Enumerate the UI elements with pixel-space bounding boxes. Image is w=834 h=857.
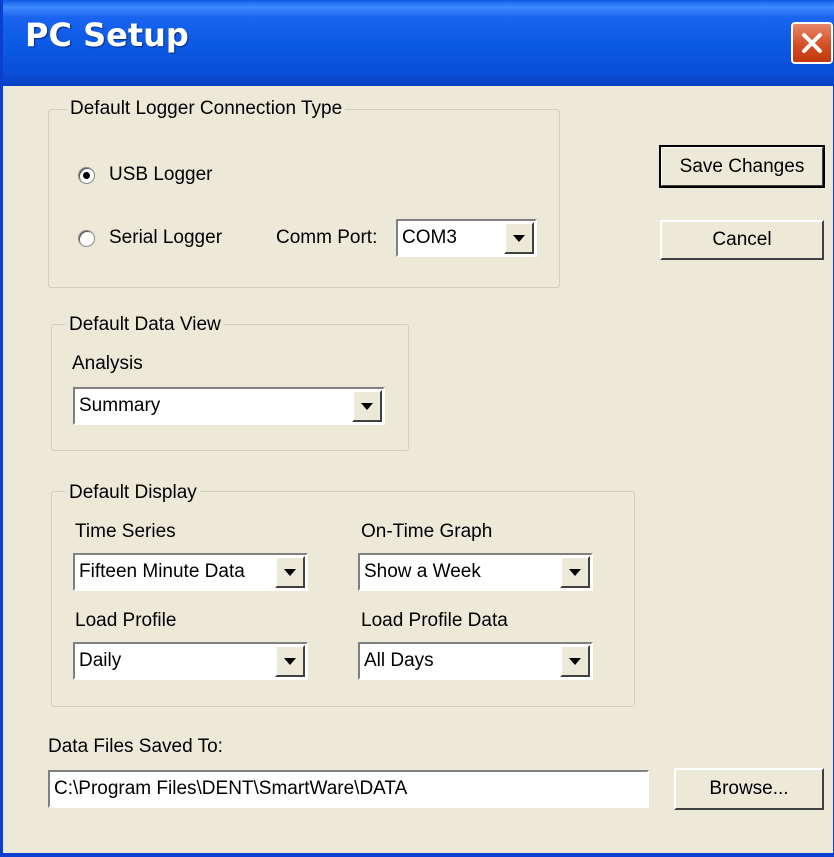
save-changes-button[interactable]: Save Changes: [659, 145, 825, 188]
data-path-input[interactable]: C:\Program Files\DENT\SmartWare\DATA: [48, 770, 649, 808]
radio-selected-dot: [83, 172, 90, 179]
time-series-value: Fifteen Minute Data: [79, 561, 245, 582]
title-bar[interactable]: PC Setup: [3, 0, 834, 86]
load-profile-data-select[interactable]: All Days: [358, 642, 593, 680]
serial-logger-radio[interactable]: [78, 230, 95, 247]
chevron-down-icon: [361, 403, 373, 410]
load-profile-select[interactable]: Daily: [73, 642, 308, 680]
chevron-down-icon: [569, 569, 581, 576]
load-profile-data-value: All Days: [364, 650, 434, 671]
dialog-body: Default Logger Connection Type USB Logge…: [6, 86, 833, 853]
comm-port-select[interactable]: COM3: [396, 219, 537, 257]
display-legend: Default Display: [66, 482, 200, 504]
load-profile-data-label: Load Profile Data: [361, 610, 508, 631]
on-time-graph-value: Show a Week: [364, 561, 481, 582]
analysis-label: Analysis: [72, 353, 143, 374]
save-changes-label: Save Changes: [679, 155, 805, 177]
analysis-select[interactable]: Summary: [73, 387, 385, 425]
data-files-label: Data Files Saved To:: [48, 736, 223, 757]
usb-logger-label[interactable]: USB Logger: [109, 164, 213, 186]
connection-type-group: [48, 109, 560, 288]
chevron-down-icon: [284, 569, 296, 576]
connection-type-legend: Default Logger Connection Type: [67, 98, 346, 120]
comm-port-dropdown-button[interactable]: [504, 222, 534, 254]
chevron-down-icon: [284, 658, 296, 665]
time-series-dropdown-button[interactable]: [275, 556, 305, 588]
load-profile-data-dropdown-button[interactable]: [560, 645, 590, 677]
comm-port-label: Comm Port:: [276, 227, 378, 248]
load-profile-value: Daily: [79, 650, 122, 671]
close-button[interactable]: [791, 22, 833, 64]
analysis-value: Summary: [79, 395, 161, 416]
browse-label: Browse...: [709, 778, 789, 799]
on-time-graph-dropdown-button[interactable]: [560, 556, 590, 588]
data-path-value: C:\Program Files\DENT\SmartWare\DATA: [54, 778, 408, 799]
data-view-legend: Default Data View: [66, 314, 224, 336]
usb-logger-radio[interactable]: [78, 167, 95, 184]
pc-setup-dialog: PC Setup Default Logger Connection Type …: [0, 0, 834, 857]
cancel-label: Cancel: [712, 229, 772, 250]
window-title: PC Setup: [25, 16, 189, 54]
load-profile-dropdown-button[interactable]: [275, 645, 305, 677]
browse-button[interactable]: Browse...: [674, 768, 824, 810]
close-icon: [802, 33, 822, 53]
on-time-graph-select[interactable]: Show a Week: [358, 553, 593, 591]
cancel-button[interactable]: Cancel: [660, 220, 824, 260]
chevron-down-icon: [513, 235, 525, 242]
chevron-down-icon: [569, 658, 581, 665]
comm-port-value: COM3: [402, 227, 457, 248]
time-series-select[interactable]: Fifteen Minute Data: [73, 553, 308, 591]
serial-logger-label[interactable]: Serial Logger: [109, 227, 222, 249]
time-series-label: Time Series: [75, 521, 176, 542]
analysis-dropdown-button[interactable]: [352, 390, 382, 422]
load-profile-label: Load Profile: [75, 610, 177, 631]
on-time-graph-label: On-Time Graph: [361, 521, 493, 542]
